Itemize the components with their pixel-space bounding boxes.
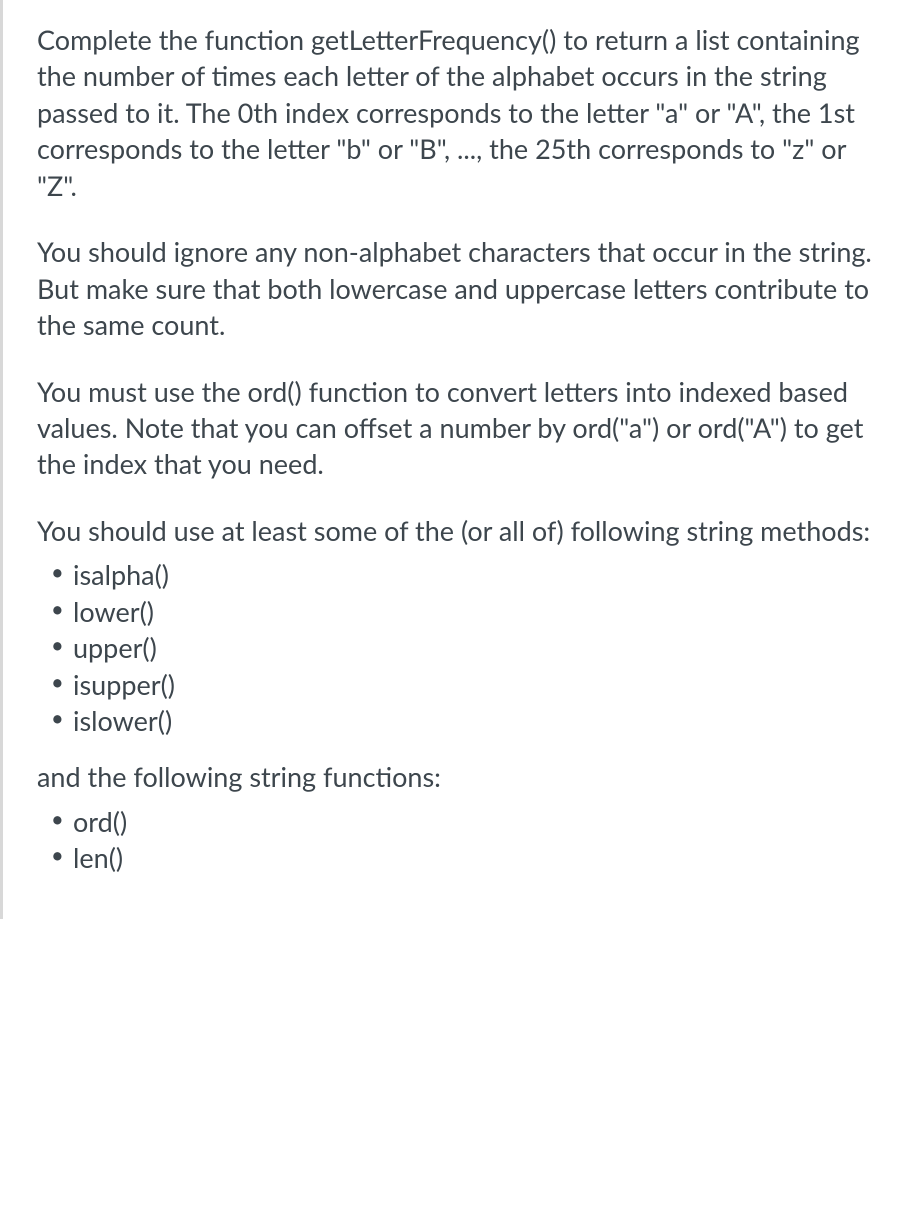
paragraph-ignore-non-alpha: You should ignore any non-alphabet chara…	[37, 234, 874, 343]
list-item: ord()	[73, 804, 874, 840]
list-item: lower()	[73, 594, 874, 630]
string-functions-list: ord() len()	[37, 804, 874, 877]
list-item: isalpha()	[73, 557, 874, 593]
paragraph-functions-intro: and the following string functions:	[37, 759, 874, 795]
paragraph-ord-function: You must use the ord() function to conve…	[37, 374, 874, 483]
list-item: isupper()	[73, 667, 874, 703]
paragraph-methods-intro: You should use at least some of the (or …	[37, 513, 874, 549]
paragraph-intro: Complete the function getLetterFrequency…	[37, 22, 874, 204]
string-methods-list: isalpha() lower() upper() isupper() islo…	[37, 557, 874, 739]
list-item: islower()	[73, 703, 874, 739]
list-item: upper()	[73, 630, 874, 666]
list-item: len()	[73, 840, 874, 876]
